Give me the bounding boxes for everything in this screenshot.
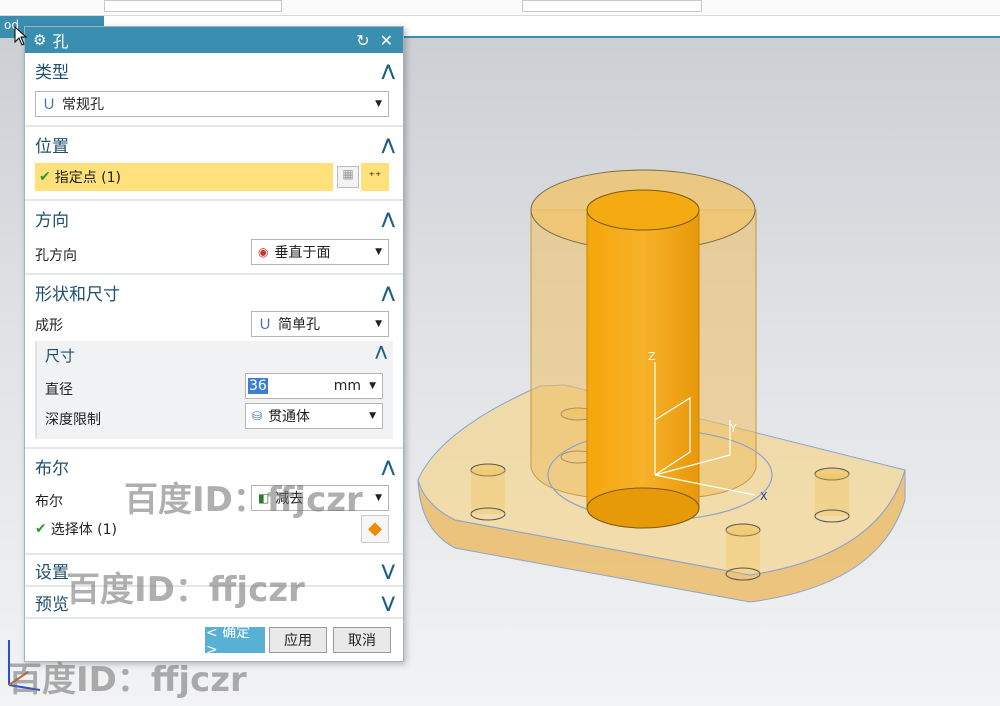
chevron-up-icon[interactable]: ⋀ (382, 61, 395, 80)
through-body-icon: ⛁ (252, 409, 263, 423)
direction-select[interactable]: ◉ 垂直于面 ▼ (251, 239, 389, 265)
gear-icon: ⚙ (33, 31, 47, 49)
toolbar-combo[interactable] (104, 0, 282, 12)
chevron-up-icon[interactable]: ⋀ (382, 457, 395, 476)
reset-icon[interactable]: ↻ (356, 31, 369, 50)
toolbar-combo[interactable] (522, 0, 702, 12)
mouse-cursor-icon (14, 26, 28, 46)
normal-to-face-icon: ◉ (258, 245, 269, 259)
dialog-titlebar[interactable]: ⚙ 孔 ↻ ✕ (25, 27, 403, 53)
form-label: 成形 (35, 318, 63, 334)
chevron-down-icon[interactable]: ⋁ (382, 593, 395, 612)
depth-limit-select[interactable]: ⛁ 贯通体 ▼ (245, 403, 383, 429)
axis-z-label: Z (648, 350, 656, 363)
dropdown-arrow-icon: ▼ (369, 411, 376, 421)
dimension-title: 尺寸 (45, 347, 76, 365)
ok-button[interactable]: < 确定 > (205, 625, 265, 658)
diameter-input[interactable]: 36 mm ▼ (245, 373, 383, 399)
check-icon: ✔ (35, 521, 47, 537)
hole-cylinder (586, 209, 700, 509)
section-shape: 形状和尺寸 ⋀ 成形 Ｕ 简单孔 ▼ 尺寸 ⋀ 直径 36 mm ▼ 深度限制 … (25, 275, 403, 449)
unit-select[interactable]: mm (334, 378, 361, 394)
axis-x-label: X (760, 490, 768, 503)
dropdown-arrow-icon: ▼ (375, 319, 382, 329)
dropdown-arrow-icon: ▼ (375, 99, 382, 109)
section-header[interactable]: 位置 ⋀ (35, 127, 395, 161)
hole-type-icon: Ｕ (42, 97, 56, 113)
section-title: 形状和尺寸 (35, 284, 120, 305)
dialog-title: 孔 (52, 32, 69, 51)
check-icon: ✔ (39, 169, 51, 185)
form-value: 简单孔 (278, 317, 320, 333)
section-title: 方向 (35, 210, 69, 231)
watermark: 百度ID：ffjczr (66, 570, 305, 610)
specify-point-row[interactable]: ✔ 指定点 (1) (35, 163, 333, 191)
direction-label: 孔方向 (35, 248, 77, 264)
chevron-down-icon[interactable]: ⋁ (382, 561, 395, 580)
section-position: 位置 ⋀ ✔ 指定点 (1) ▦ ⁺⁺ (25, 127, 403, 201)
close-icon[interactable]: ✕ (380, 31, 393, 50)
depth-value: 贯通体 (268, 409, 311, 425)
direction-value: 垂直于面 (274, 245, 331, 261)
section-title: 位置 (35, 136, 69, 157)
chevron-up-icon[interactable]: ⋀ (382, 283, 395, 302)
axis-y-label: Y (729, 422, 737, 435)
chevron-up-icon[interactable]: ⋀ (382, 135, 395, 154)
chevron-up-icon[interactable]: ⋀ (375, 344, 387, 360)
section-title: 类型 (35, 62, 69, 83)
chevron-up-icon[interactable]: ⋀ (382, 209, 395, 228)
simple-hole-icon: Ｕ (258, 317, 272, 333)
section-header[interactable]: 类型 ⋀ (35, 53, 395, 87)
top-toolbar (0, 0, 1000, 16)
diameter-label: 直径 (45, 382, 73, 398)
hole-top (586, 189, 700, 231)
type-select[interactable]: Ｕ 常规孔 ▼ (35, 91, 389, 117)
dropdown-arrow-icon: ▼ (375, 493, 382, 503)
point-label: 指定点 (1) (54, 170, 122, 186)
section-header[interactable]: 方向 ⋀ (35, 201, 395, 235)
watermark: 百度ID：ffjczr (8, 660, 247, 700)
diameter-value[interactable]: 36 (248, 378, 268, 394)
select-body-label: 选择体 (1) (50, 522, 118, 538)
section-title: 预览 (35, 594, 69, 615)
section-direction: 方向 ⋀ 孔方向 ◉ 垂直于面 ▼ (25, 201, 403, 275)
dimension-group: 尺寸 ⋀ 直径 36 mm ▼ 深度限制 ⛁ 贯通体 ▼ (35, 341, 393, 439)
form-select[interactable]: Ｕ 简单孔 ▼ (251, 311, 389, 337)
section-header[interactable]: 形状和尺寸 ⋀ (35, 275, 395, 309)
solid-body-icon[interactable]: ◆ (361, 515, 389, 543)
boolean-label: 布尔 (35, 494, 63, 510)
depth-limit-label: 深度限制 (45, 412, 101, 428)
section-title: 布尔 (35, 458, 69, 479)
select-body-row[interactable]: ✔ 选择体 (1) (35, 519, 117, 539)
section-type: 类型 ⋀ Ｕ 常规孔 ▼ (25, 53, 403, 127)
watermark: 百度ID：ffjczr (124, 480, 363, 520)
section-title: 设置 (35, 562, 69, 583)
sketch-icon[interactable]: ▦ (337, 166, 359, 188)
dropdown-arrow-icon: ▼ (375, 247, 382, 257)
dropdown-arrow-icon: ▼ (369, 381, 376, 391)
type-value: 常规孔 (62, 97, 104, 113)
cancel-button[interactable]: 取消 (333, 627, 391, 653)
point-dialog-icon[interactable]: ⁺⁺ (361, 163, 389, 191)
apply-button[interactable]: 应用 (269, 627, 327, 653)
